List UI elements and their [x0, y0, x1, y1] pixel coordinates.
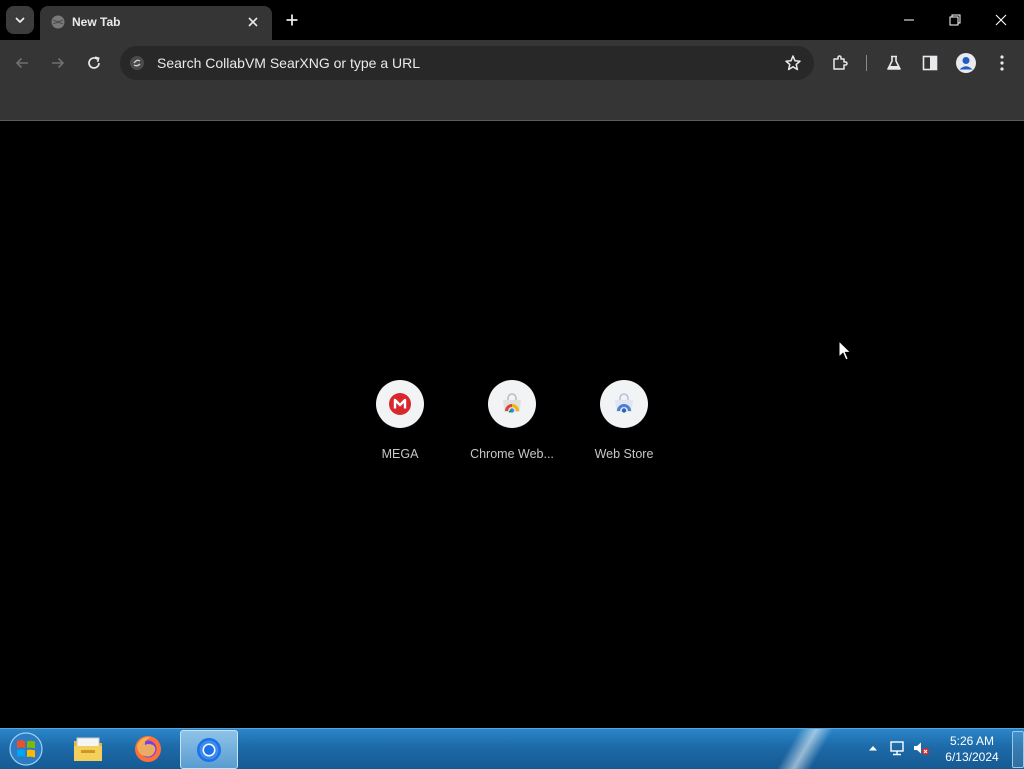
web-store-icon: [612, 392, 636, 416]
shortcut-tile-web-store[interactable]: Web Store: [568, 380, 680, 470]
taskbar-firefox[interactable]: [120, 730, 176, 767]
tab-close-button[interactable]: [244, 13, 262, 31]
folder-icon: [72, 735, 104, 763]
network-icon[interactable]: [888, 739, 906, 757]
close-window-button[interactable]: [978, 0, 1024, 40]
taskbar-chrome[interactable]: [180, 730, 238, 769]
taskbar-file-explorer[interactable]: [60, 730, 116, 767]
address-placeholder: Search CollabVM SearXNG or type a URL: [157, 55, 420, 71]
bookmark-star-icon[interactable]: [784, 54, 802, 72]
back-button[interactable]: [8, 49, 36, 77]
reload-button[interactable]: [80, 49, 108, 77]
puzzle-icon: [831, 54, 849, 72]
flask-icon: [885, 54, 903, 72]
shortcut-label: MEGA: [381, 447, 419, 461]
shortcut-label: Web Store: [594, 447, 654, 461]
side-panel-button[interactable]: [916, 49, 944, 77]
shortcut-tile-mega[interactable]: MEGA: [344, 380, 456, 470]
taskbar: 5:26 AM 6/13/2024: [0, 728, 1024, 769]
mega-icon: [388, 392, 412, 416]
windows-start-orb-icon: [8, 731, 44, 767]
menu-button[interactable]: [988, 49, 1016, 77]
address-bar[interactable]: Search CollabVM SearXNG or type a URL: [120, 46, 814, 80]
minimize-button[interactable]: [886, 0, 932, 40]
shortcut-icon-circle: [600, 380, 648, 428]
title-bar: New Tab: [0, 0, 1024, 40]
restore-button[interactable]: [932, 0, 978, 40]
profile-button[interactable]: [952, 49, 980, 77]
volume-muted-icon[interactable]: [912, 739, 930, 757]
extensions-button[interactable]: [826, 49, 854, 77]
browser-toolbar: Search CollabVM SearXNG or type a URL: [0, 40, 1024, 86]
taskbar-clock[interactable]: 5:26 AM 6/13/2024: [936, 733, 1008, 765]
bookmarks-bar: [0, 86, 1024, 121]
tab-title: New Tab: [72, 15, 121, 29]
more-vert-icon: [1000, 55, 1004, 71]
side-panel-icon: [921, 54, 939, 72]
taskbar-glare: [760, 729, 850, 769]
labs-button[interactable]: [880, 49, 908, 77]
chrome-icon: [195, 736, 223, 764]
shortcut-icon-circle: [376, 380, 424, 428]
start-button[interactable]: [6, 730, 46, 768]
show-desktop-button[interactable]: [1012, 731, 1024, 768]
show-hidden-icons-button[interactable]: [864, 739, 882, 757]
chrome-web-store-icon: [500, 392, 524, 416]
tab-new-tab[interactable]: New Tab: [40, 6, 272, 40]
new-tab-button[interactable]: [280, 8, 304, 32]
globe-icon: [50, 14, 66, 30]
clock-date: 6/13/2024: [945, 750, 999, 764]
tab-search-button[interactable]: [6, 6, 34, 34]
toolbar-separator: [866, 55, 867, 71]
avatar-icon: [955, 52, 977, 74]
search-engine-icon: [128, 54, 146, 72]
shortcut-tile-chrome-web-store[interactable]: Chrome Web...: [456, 380, 568, 470]
chevron-down-icon: [14, 14, 26, 26]
firefox-icon: [133, 734, 163, 764]
shortcut-icon-circle: [488, 380, 536, 428]
forward-button[interactable]: [44, 49, 72, 77]
shortcut-label: Chrome Web...: [470, 447, 554, 461]
clock-time: 5:26 AM: [949, 734, 995, 748]
mouse-cursor: [838, 340, 852, 362]
